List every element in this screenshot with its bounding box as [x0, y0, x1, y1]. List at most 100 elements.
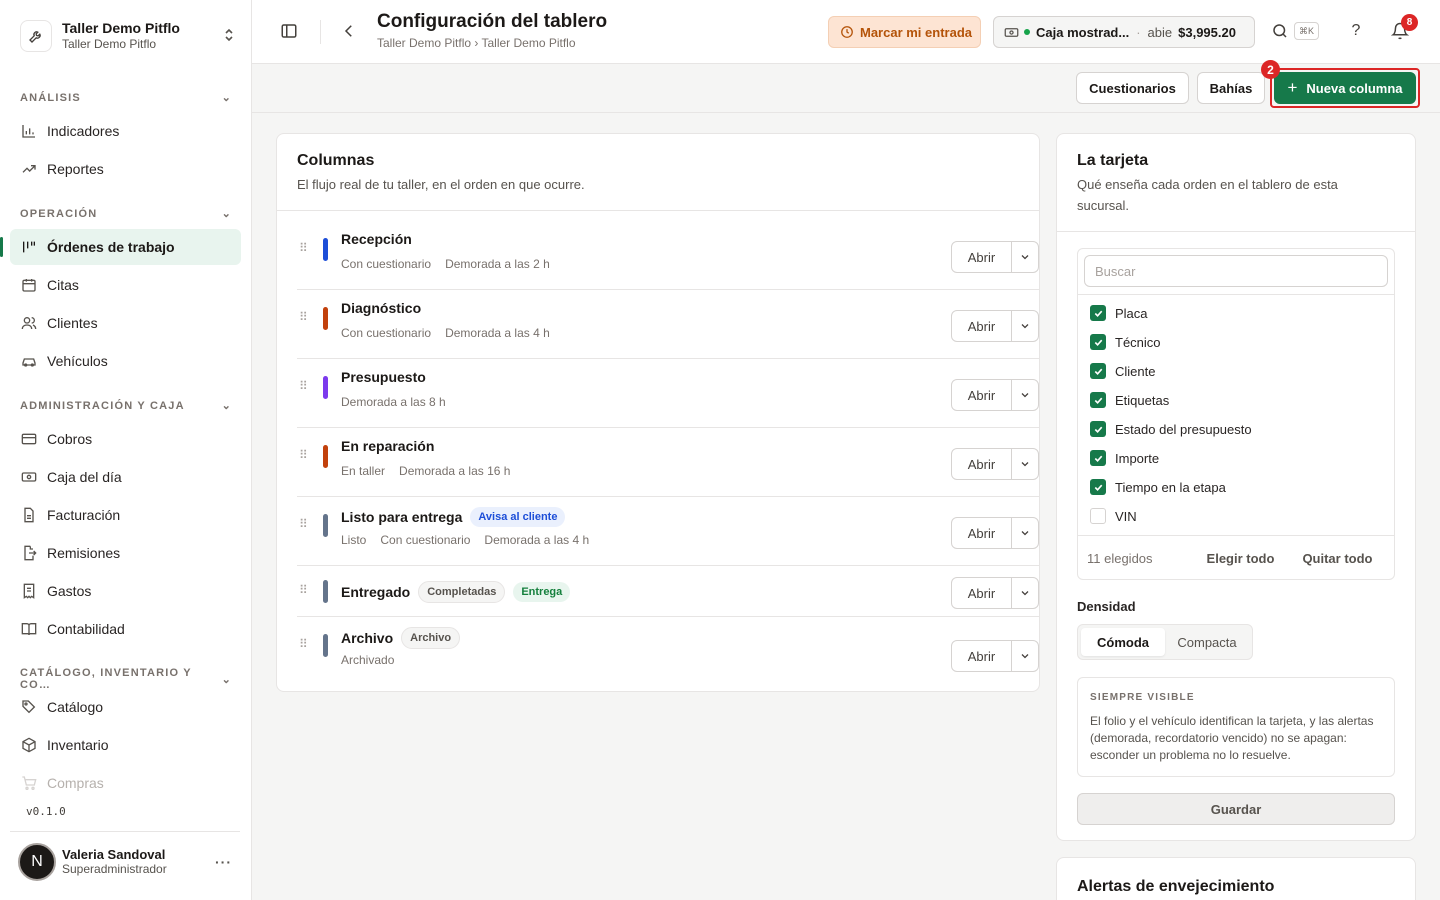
bays-button[interactable]: Bahías [1197, 72, 1265, 104]
org-name: Taller Demo Pitflo [62, 20, 180, 36]
checkbox-empty-icon[interactable] [1090, 508, 1106, 524]
chevron-down-icon[interactable] [1012, 518, 1038, 548]
package-icon [20, 736, 38, 754]
checkbox-checked-icon[interactable] [1090, 479, 1106, 495]
questionnaires-button[interactable]: Cuestionarios [1076, 72, 1189, 104]
nav-clientes[interactable]: Clientes [10, 305, 241, 341]
checkbox-checked-icon[interactable] [1090, 363, 1106, 379]
nav-cobros[interactable]: Cobros [10, 421, 241, 457]
save-button[interactable]: Guardar [1077, 793, 1395, 825]
section-administracion-caja[interactable]: ADMINISTRACIÓN Y CAJA ⌄ [20, 399, 232, 413]
breadcrumb[interactable]: Taller Demo Pitflo › Taller Demo Pitflo [377, 36, 576, 50]
column-color-swatch [323, 634, 328, 657]
nav-indicadores[interactable]: Indicadores [10, 113, 241, 149]
more-horizontal-icon[interactable]: ··· [215, 854, 232, 870]
open-column-button[interactable]: Abrir [952, 380, 1012, 410]
chevron-up-down-icon [224, 28, 234, 45]
section-operacion[interactable]: OPERACIÓN ⌄ [20, 207, 232, 221]
column-name: Diagnóstico [341, 300, 422, 316]
field-checkbox-item[interactable]: Estado del presupuesto [1090, 419, 1252, 439]
field-label: Importe [1115, 450, 1160, 466]
book-open-icon [20, 620, 38, 638]
open-column-button[interactable]: Abrir [952, 311, 1012, 341]
open-column-button[interactable]: Abrir [952, 449, 1012, 479]
field-checkbox-item[interactable]: Tiempo en la etapa [1090, 477, 1226, 497]
nav-reportes[interactable]: Reportes [10, 151, 241, 187]
nav-citas[interactable]: Citas [10, 267, 241, 303]
nav-compras[interactable]: Compras [10, 765, 241, 801]
chevron-down-icon[interactable] [1012, 449, 1038, 479]
nav-facturacion[interactable]: Facturación [10, 497, 241, 533]
checkbox-checked-icon[interactable] [1090, 392, 1106, 408]
field-search-input[interactable]: Buscar [1084, 255, 1388, 287]
density-compact-option[interactable]: Compacta [1165, 628, 1249, 656]
nav-remisiones[interactable]: Remisiones [10, 535, 241, 571]
cash-register-button[interactable]: Caja mostrad... · abie $3,995.20 [993, 16, 1255, 48]
field-checkbox-item[interactable]: Placa [1090, 303, 1148, 323]
open-column-split-button: Abrir [951, 448, 1039, 480]
field-checkbox-item[interactable]: Cliente [1090, 361, 1155, 381]
checkbox-checked-icon[interactable] [1090, 334, 1106, 350]
column-name: Recepción [341, 231, 412, 247]
field-checkbox-item[interactable]: Etiquetas [1090, 390, 1169, 410]
always-visible-text: El folio y el vehículo identifican la ta… [1090, 714, 1374, 762]
column-tag: Avisa al cliente [470, 507, 566, 527]
nav-gastos[interactable]: Gastos [10, 573, 241, 609]
user-menu[interactable]: N Valeria Sandoval Superadministrador ··… [10, 831, 240, 891]
column-meta: Listo [341, 533, 367, 547]
clear-all-button[interactable]: Quitar todo [1302, 551, 1372, 566]
chevron-down-icon[interactable] [1012, 641, 1038, 671]
notification-badge: 8 [1401, 14, 1418, 31]
column-name: Entregado [341, 584, 411, 600]
nav-inventario[interactable]: Inventario [10, 727, 241, 763]
file-text-icon [20, 506, 38, 524]
open-column-button[interactable]: Abrir [952, 518, 1012, 548]
field-checkbox-item[interactable]: VIN [1090, 506, 1137, 526]
nav-caja-del-dia[interactable]: Caja del día [10, 459, 241, 495]
nav-vehiculos[interactable]: Vehículos [10, 343, 241, 379]
chevron-down-icon[interactable] [1012, 380, 1038, 410]
column-meta: Demorada a las 8 h [341, 395, 446, 409]
checkbox-checked-icon[interactable] [1090, 305, 1106, 321]
checkbox-checked-icon[interactable] [1090, 421, 1106, 437]
open-column-button[interactable]: Abrir [952, 578, 1012, 608]
chevron-down-icon[interactable] [1012, 242, 1038, 272]
select-all-button[interactable]: Elegir todo [1207, 551, 1275, 566]
user-role: Superadministrador [62, 862, 167, 876]
nav-catalogo[interactable]: Catálogo [10, 689, 241, 725]
sidebar-toggle-icon[interactable] [280, 22, 298, 40]
section-catalogo-inventario[interactable]: CATÁLOGO, INVENTARIO Y CO… ⌄ [20, 667, 232, 691]
card-panel-title: La tarjeta [1077, 152, 1149, 169]
checkbox-checked-icon[interactable] [1090, 450, 1106, 466]
column-color-swatch [323, 238, 328, 261]
open-column-button[interactable]: Abrir [952, 242, 1012, 272]
open-column-button[interactable]: Abrir [952, 641, 1012, 671]
field-checkbox-item[interactable]: Importe [1090, 448, 1159, 468]
field-label: VIN [1115, 508, 1137, 524]
org-switcher[interactable]: Taller Demo Pitflo Taller Demo Pitflo [20, 18, 242, 54]
density-comfortable-option[interactable]: Cómoda [1081, 628, 1165, 656]
column-color-swatch [323, 376, 328, 399]
search-icon[interactable] [1271, 22, 1289, 40]
drag-handle-icon[interactable]: ⠿ [299, 310, 308, 324]
drag-handle-icon[interactable]: ⠿ [299, 517, 308, 531]
section-analisis[interactable]: ANÁLISIS ⌄ [20, 91, 232, 105]
drag-handle-icon[interactable]: ⠿ [299, 241, 308, 255]
clock-in-button[interactable]: Marcar mi entrada [828, 16, 981, 48]
nav-ordenes-de-trabajo[interactable]: Órdenes de trabajo [0, 229, 241, 265]
drag-handle-icon[interactable]: ⠿ [299, 637, 308, 651]
column-tag: Archivo [401, 627, 461, 649]
nav-contabilidad[interactable]: Contabilidad [10, 611, 241, 647]
drag-handle-icon[interactable]: ⠿ [299, 379, 308, 393]
status-dot [1024, 29, 1030, 35]
chevron-down-icon[interactable] [1012, 311, 1038, 341]
back-chevron-icon[interactable] [340, 22, 358, 40]
chevron-down-icon[interactable] [1012, 578, 1038, 608]
drag-handle-icon[interactable]: ⠿ [299, 583, 308, 597]
drag-handle-icon[interactable]: ⠿ [299, 448, 308, 462]
field-label: Técnico [1115, 334, 1161, 350]
new-column-button[interactable]: + Nueva columna [1274, 72, 1416, 104]
help-icon[interactable]: ? [1349, 20, 1363, 42]
column-row: ⠿ Archivo Archivo Archivado Abrir [297, 617, 1039, 692]
field-checkbox-item[interactable]: Técnico [1090, 332, 1161, 352]
